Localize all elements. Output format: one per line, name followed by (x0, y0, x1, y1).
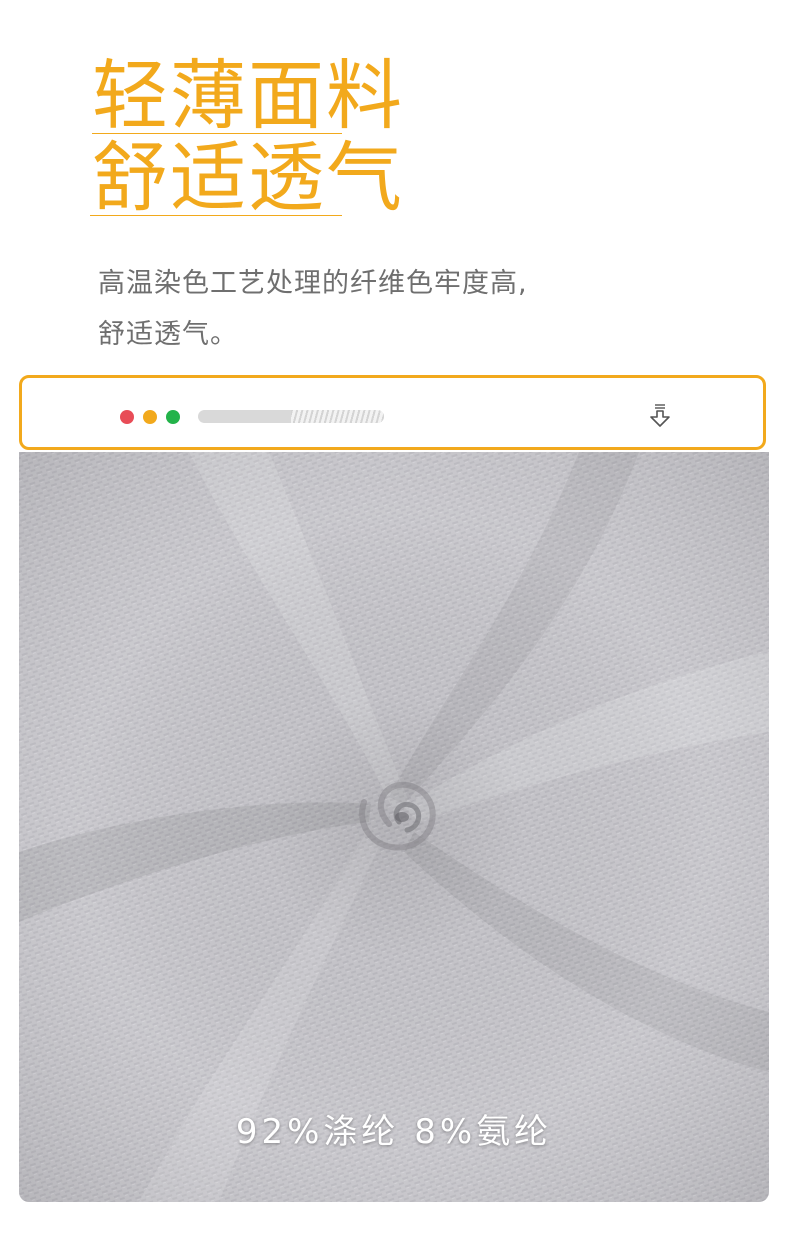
download-icon[interactable] (648, 403, 672, 429)
loading-progress-bar (198, 410, 384, 423)
window-maximize-dot[interactable] (166, 410, 180, 424)
window-minimize-dot[interactable] (143, 410, 157, 424)
progress-fill (198, 410, 291, 423)
description: 高温染色工艺处理的纤维色牢度高, 舒适透气。 (98, 258, 528, 360)
fabric-photo: 92%涤纶 8%氨纶 (19, 452, 769, 1202)
headline-underline-2 (90, 215, 342, 216)
browser-bar (19, 375, 766, 450)
description-line-2: 舒适透气。 (98, 319, 238, 350)
fabric-image (19, 452, 769, 1202)
headline-line-1: 轻薄面料 (92, 51, 404, 140)
progress-stripes (291, 410, 384, 423)
headline-underline-1 (92, 133, 342, 134)
headline: 轻薄面料 舒适透气 (92, 56, 404, 218)
fabric-composition-caption: 92%涤纶 8%氨纶 (235, 1112, 553, 1152)
description-line-1: 高温染色工艺处理的纤维色牢度高, (98, 268, 528, 299)
headline-line-2: 舒适透气 (92, 133, 404, 222)
window-close-dot[interactable] (120, 410, 134, 424)
